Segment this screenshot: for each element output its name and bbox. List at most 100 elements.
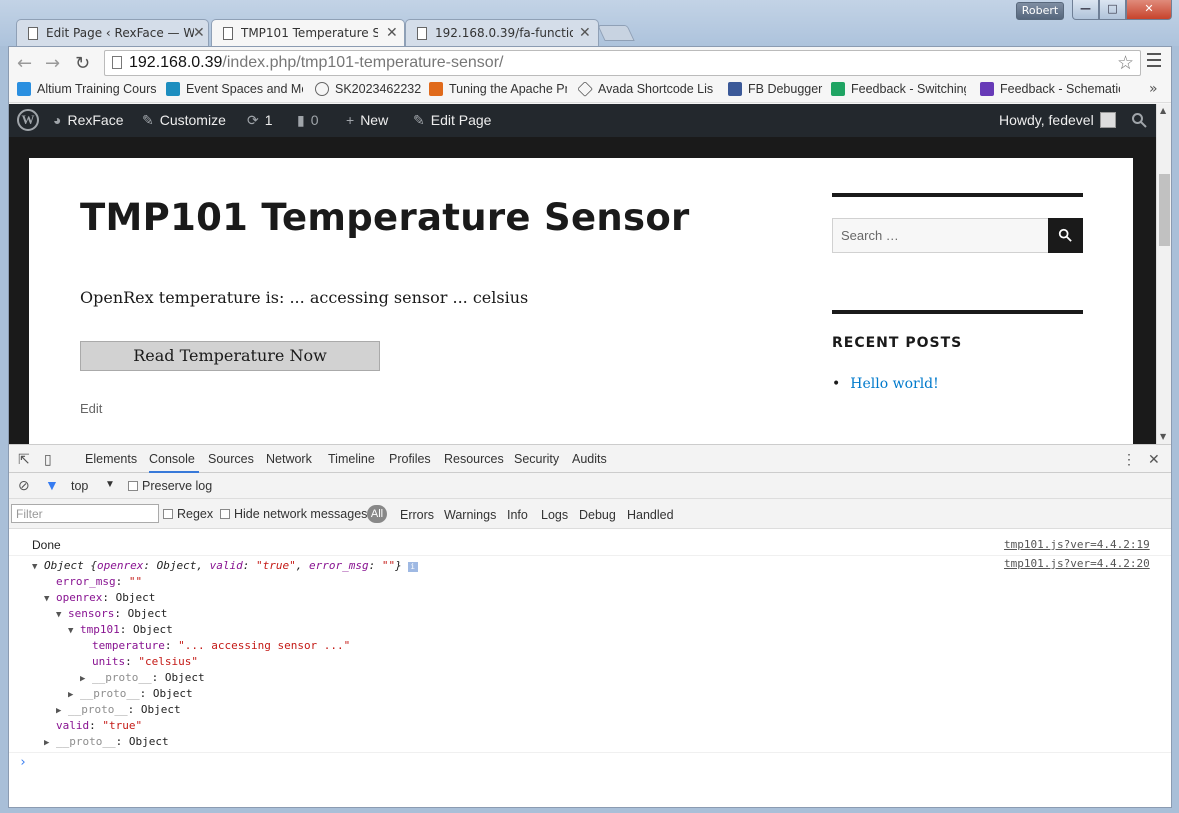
expand-triangle-icon[interactable]: ▶ [56, 706, 68, 716]
level-warnings[interactable]: Warnings [444, 508, 496, 522]
tab-fa-functions[interactable]: 192.168.0.39/fa-functions. ✕ [405, 19, 599, 46]
console-filter-input[interactable]: Filter [11, 504, 159, 523]
tab-network[interactable]: Network [266, 452, 312, 466]
collapse-triangle-icon[interactable]: ▼ [44, 594, 56, 604]
level-debug[interactable]: Debug [579, 508, 616, 522]
collapse-triangle-icon[interactable]: ▼ [68, 626, 80, 636]
prop-tmp101[interactable]: ▼ tmp101: Object [68, 623, 173, 636]
address-bar[interactable]: 192.168.0.39/index.php/tmp101-temperatur… [104, 50, 1141, 76]
prop-openrex[interactable]: ▼ openrex: Object [44, 591, 155, 604]
close-window-button[interactable]: ✕ [1126, 0, 1172, 20]
scrollbar-thumb[interactable] [1159, 174, 1170, 246]
context-selector[interactable]: top [71, 479, 88, 493]
tab-profiles[interactable]: Profiles [389, 452, 431, 466]
tab-timeline[interactable]: Timeline [328, 452, 375, 466]
more-options-icon[interactable]: ⋮ [1122, 451, 1136, 468]
tab-audits[interactable]: Audits [572, 452, 607, 466]
edit-link[interactable]: Edit [80, 401, 102, 416]
bookmarks-overflow-icon[interactable]: » [1149, 81, 1158, 97]
console-prompt[interactable]: › [19, 755, 27, 770]
read-temperature-button[interactable]: Read Temperature Now [80, 341, 380, 371]
expand-triangle-icon[interactable]: ▶ [80, 674, 92, 684]
prop-proto[interactable]: ▶ __proto__: Object [68, 687, 193, 700]
tab-sources[interactable]: Sources [208, 452, 254, 466]
bookmark-sk[interactable]: SK2023462232 [315, 82, 425, 100]
source-link[interactable]: tmp101.js?ver=4.4.2:19 [1004, 538, 1150, 551]
tab-security[interactable]: Security [514, 452, 559, 466]
bookmark-event-spaces[interactable]: Event Spaces and Mee [166, 82, 303, 100]
search-input[interactable]: Search … [832, 218, 1049, 253]
close-tab-icon[interactable]: ✕ [193, 25, 205, 41]
inspect-element-icon[interactable]: ⇱ [18, 451, 30, 468]
forward-button[interactable]: → [45, 53, 60, 74]
tab-title: TMP101 Temperature Sen [241, 26, 378, 40]
url-text[interactable]: 192.168.0.39/index.php/tmp101-temperatur… [129, 54, 503, 72]
admin-bar-comments[interactable]: ▮ 0 [297, 112, 319, 129]
filter-icon[interactable]: ▼ [45, 477, 59, 493]
maximize-button[interactable]: □ [1099, 0, 1126, 20]
bookmark-star-icon[interactable]: ☆ [1117, 52, 1134, 74]
minimize-button[interactable]: — [1072, 0, 1099, 20]
regex-checkbox[interactable]: Regex [163, 507, 213, 521]
admin-bar-account[interactable]: Howdy, fedevel [999, 112, 1116, 128]
collapse-triangle-icon[interactable]: ▼ [32, 562, 44, 572]
admin-bar-updates[interactable]: ⟳ 1 [247, 112, 273, 129]
close-devtools-icon[interactable]: ✕ [1148, 451, 1160, 468]
back-button[interactable]: ← [17, 53, 32, 74]
level-info[interactable]: Info [507, 508, 528, 522]
source-link[interactable]: tmp101.js?ver=4.4.2:20 [1004, 557, 1150, 570]
tab-tmp101[interactable]: TMP101 Temperature Sen ✕ [211, 19, 405, 47]
prop-sensors[interactable]: ▼ sensors: Object [56, 607, 167, 620]
bookmark-feedback-schematic[interactable]: Feedback - Schematic [980, 82, 1120, 100]
bookmark-avada[interactable]: Avada Shortcode List [578, 82, 713, 100]
bookmark-altium[interactable]: Altium Training Cours [17, 82, 159, 100]
wordpress-logo-icon[interactable]: W [17, 109, 39, 131]
user-badge[interactable]: Robert [1016, 2, 1064, 20]
recent-post-item[interactable]: • Hello world! [832, 376, 939, 392]
expand-triangle-icon[interactable]: ▶ [44, 738, 56, 748]
device-mode-icon[interactable]: ▯ [44, 451, 52, 468]
tab-edit-page[interactable]: Edit Page ‹ RexFace — Wo ✕ [16, 19, 209, 46]
tab-elements[interactable]: Elements [85, 452, 137, 466]
level-all[interactable]: All [367, 505, 387, 523]
clear-console-icon[interactable]: ⊘ [18, 477, 30, 494]
site-name: RexFace [67, 112, 124, 128]
expand-triangle-icon[interactable]: ▶ [68, 690, 80, 700]
reload-button[interactable]: ↻ [75, 53, 90, 74]
new-tab-button[interactable] [597, 25, 635, 41]
hide-network-checkbox[interactable]: Hide network messages [220, 507, 367, 521]
scroll-up-icon[interactable]: ▲ [1160, 106, 1166, 115]
admin-bar-customize[interactable]: ✎ Customize [142, 112, 226, 129]
context-dropdown-icon[interactable]: ▼ [105, 479, 115, 490]
level-errors[interactable]: Errors [400, 508, 434, 522]
scroll-down-icon[interactable]: ▼ [1160, 432, 1166, 441]
admin-bar-new[interactable]: + New [346, 112, 388, 128]
bookmark-feedback-switching[interactable]: Feedback - Switching [831, 82, 966, 100]
checkbox[interactable] [163, 509, 173, 519]
console-object-summary[interactable]: ▼ Object {openrex: Object, valid: "true",… [32, 559, 418, 572]
admin-search-icon[interactable] [1131, 112, 1147, 131]
close-tab-icon[interactable]: ✕ [386, 25, 398, 41]
tab-resources[interactable]: Resources [444, 452, 504, 466]
admin-bar-edit-page[interactable]: ✎ Edit Page [413, 112, 491, 129]
collapse-triangle-icon[interactable]: ▼ [56, 610, 68, 620]
plus-icon: + [346, 112, 355, 128]
tab-console[interactable]: Console [149, 452, 195, 466]
close-tab-icon[interactable]: ✕ [579, 25, 591, 41]
chrome-menu-icon[interactable] [1147, 53, 1161, 71]
preserve-log-checkbox[interactable]: Preserve log [128, 479, 212, 493]
prop-proto[interactable]: ▶ __proto__: Object [44, 735, 169, 748]
prop-proto[interactable]: ▶ __proto__: Object [80, 671, 205, 684]
level-handled[interactable]: Handled [627, 508, 674, 522]
bookmark-label: Feedback - Switching [851, 82, 966, 96]
bookmark-fb-debugger[interactable]: FB Debugger [728, 82, 828, 100]
page-scrollbar[interactable]: ▲ ▼ [1156, 104, 1171, 444]
level-logs[interactable]: Logs [541, 508, 568, 522]
bookmark-apache[interactable]: Tuning the Apache Pr [429, 82, 567, 100]
checkbox[interactable] [128, 481, 138, 491]
search-button[interactable] [1048, 218, 1083, 253]
prop-proto[interactable]: ▶ __proto__: Object [56, 703, 181, 716]
recent-post-link[interactable]: Hello world! [850, 376, 939, 392]
checkbox[interactable] [220, 509, 230, 519]
admin-bar-site[interactable]: ◕ RexFace [53, 112, 124, 128]
